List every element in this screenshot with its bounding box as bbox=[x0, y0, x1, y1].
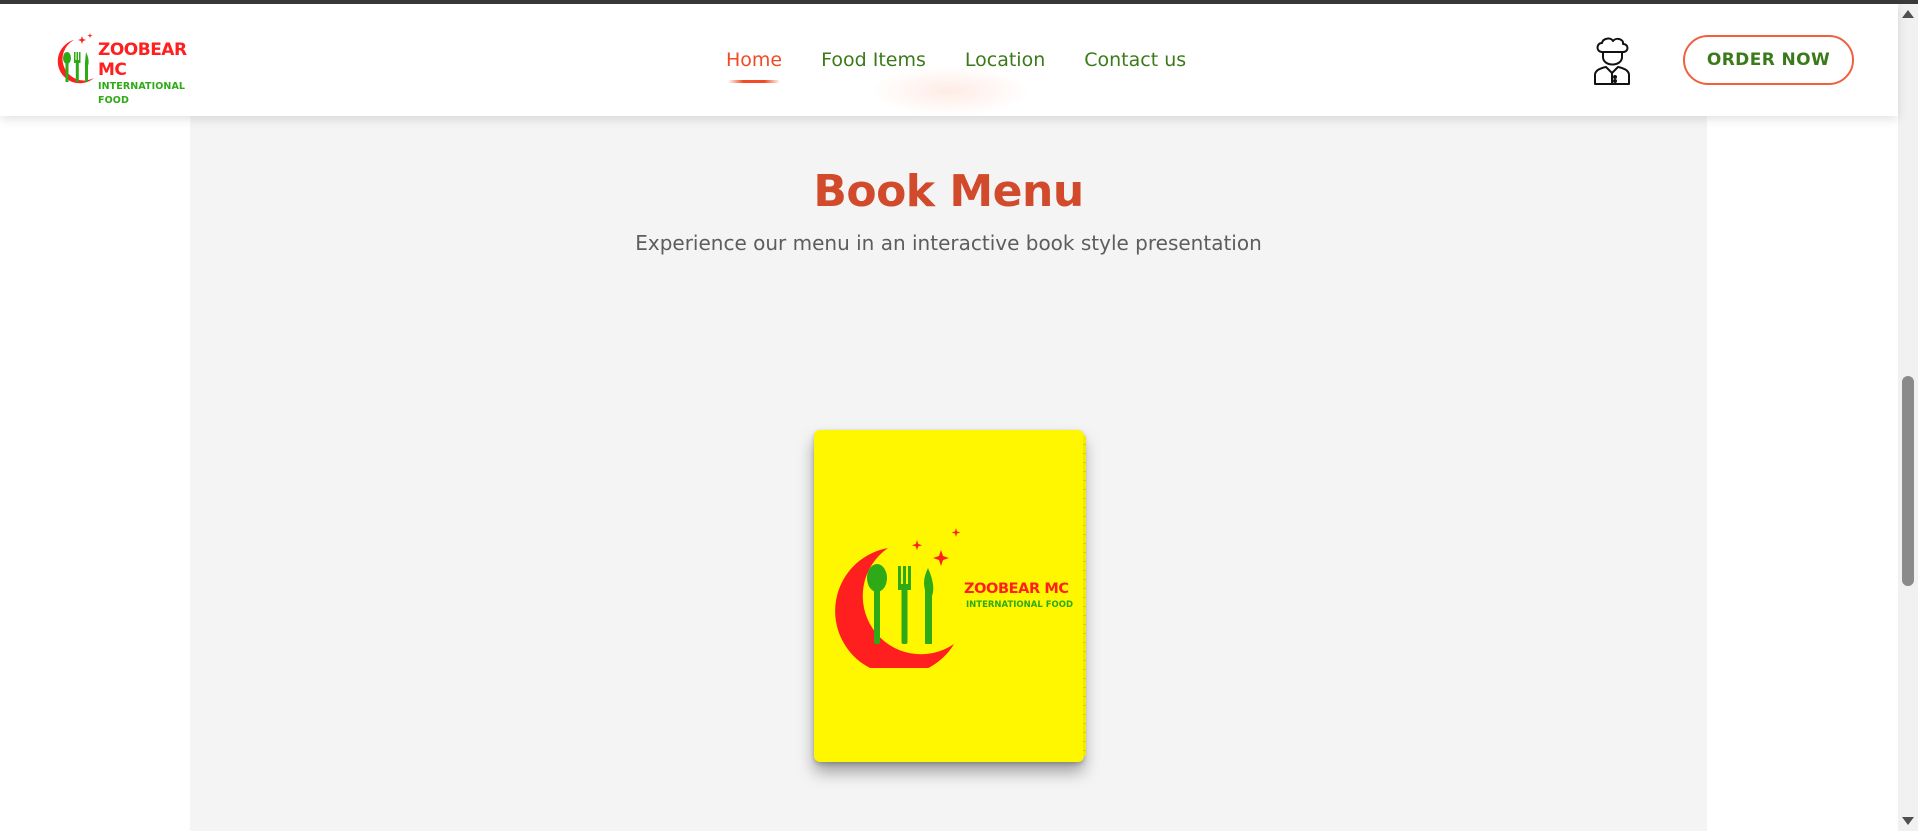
main-nav: Home Food Items Location Contact us bbox=[726, 4, 1225, 116]
book-menu-section: Book Menu Experience our menu in an inte… bbox=[190, 116, 1707, 831]
brand-tagline: INTERNATIONAL FOOD bbox=[98, 81, 186, 106]
book-brand-name: ZOOBEAR MC bbox=[964, 581, 1069, 597]
crescent-cutlery-icon bbox=[835, 528, 961, 668]
nav-item-location[interactable]: Location bbox=[965, 49, 1045, 71]
scroll-up-arrow-icon[interactable] bbox=[1902, 10, 1914, 18]
book-page-edges bbox=[1083, 436, 1086, 756]
nav-item-contact-us[interactable]: Contact us bbox=[1084, 49, 1186, 71]
crescent-cutlery-icon bbox=[57, 33, 94, 84]
nav-item-food-items[interactable]: Food Items bbox=[821, 49, 926, 71]
page-title: Book Menu bbox=[813, 166, 1084, 217]
chef-icon[interactable] bbox=[1592, 36, 1632, 86]
brand-logo[interactable]: ZOOBEAR MC INTERNATIONAL FOOD bbox=[48, 32, 218, 106]
book-brand-tagline: INTERNATIONAL FOOD bbox=[966, 600, 1074, 610]
menu-book-cover[interactable]: ZOOBEAR MC INTERNATIONAL FOOD bbox=[814, 430, 1086, 762]
site-header: ZOOBEAR MC INTERNATIONAL FOOD Home Food … bbox=[0, 4, 1898, 116]
vertical-scrollbar[interactable] bbox=[1898, 4, 1918, 831]
brand-name: ZOOBEAR MC bbox=[98, 40, 187, 80]
nav-item-home[interactable]: Home bbox=[726, 49, 782, 83]
order-now-button[interactable]: ORDER NOW bbox=[1683, 35, 1854, 85]
brand-wordmark: ZOOBEAR MC INTERNATIONAL FOOD bbox=[98, 40, 218, 108]
scrollbar-thumb[interactable] bbox=[1902, 376, 1914, 586]
page-subtitle: Experience our menu in an interactive bo… bbox=[635, 231, 1262, 255]
scroll-down-arrow-icon[interactable] bbox=[1902, 817, 1914, 825]
